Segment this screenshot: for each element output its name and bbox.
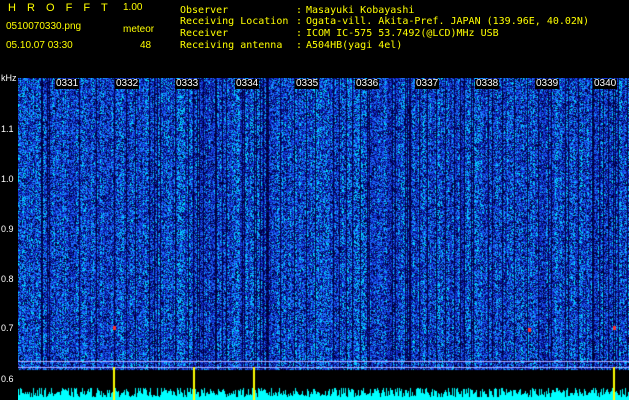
- x-tick-label: 0334: [235, 78, 260, 89]
- spectrogram-canvas: [18, 78, 629, 400]
- receiver-separator: :: [296, 28, 303, 39]
- antenna-value: A504HB(yagi 4el): [306, 40, 403, 51]
- observer-separator: :: [296, 5, 303, 16]
- datetime-label: 05.10.07 03:30: [6, 40, 73, 51]
- observer-label: Observer: [180, 5, 229, 16]
- x-tick-label: 0339: [535, 78, 560, 89]
- meteor-count-value: 48: [140, 40, 152, 51]
- filename-label: 0510070330.png: [6, 21, 82, 32]
- receiver-value: ICOM IC-575 53.7492(@LCD)MHz USB: [306, 28, 499, 39]
- observer-value: Masayuki Kobayashi: [306, 5, 415, 16]
- y-axis-unit: kHz: [1, 73, 17, 83]
- antenna-label: Receiving antenna: [180, 40, 283, 51]
- y-tick-label: 0.8: [1, 274, 14, 284]
- x-tick-label: 0333: [175, 78, 200, 89]
- app-title: H R O F F T: [8, 2, 112, 14]
- location-separator: :: [296, 16, 303, 27]
- antenna-separator: :: [296, 40, 303, 51]
- x-tick-label: 0331: [55, 78, 80, 89]
- y-tick-label: 0.9: [1, 224, 14, 234]
- x-tick-label: 0335: [295, 78, 320, 89]
- y-tick-label: 0.7: [1, 323, 14, 333]
- x-tick-label: 0337: [415, 78, 440, 89]
- location-label: Receiving Location: [180, 16, 289, 27]
- version-label: 1.00: [123, 2, 143, 13]
- y-tick-label: 1.1: [1, 124, 14, 134]
- x-tick-label: 0336: [355, 78, 380, 89]
- location-value: Ogata-vill. Akita-Pref. JAPAN (139.96E, …: [306, 16, 589, 27]
- x-tick-label: 0340: [593, 78, 618, 89]
- x-tick-label: 0332: [115, 78, 140, 89]
- x-tick-label: 0338: [475, 78, 500, 89]
- y-tick-label: 0.6: [1, 374, 14, 384]
- receiver-label: Receiver: [180, 28, 229, 39]
- meteor-count-label: meteor: [123, 24, 155, 35]
- y-tick-label: 1.0: [1, 174, 14, 184]
